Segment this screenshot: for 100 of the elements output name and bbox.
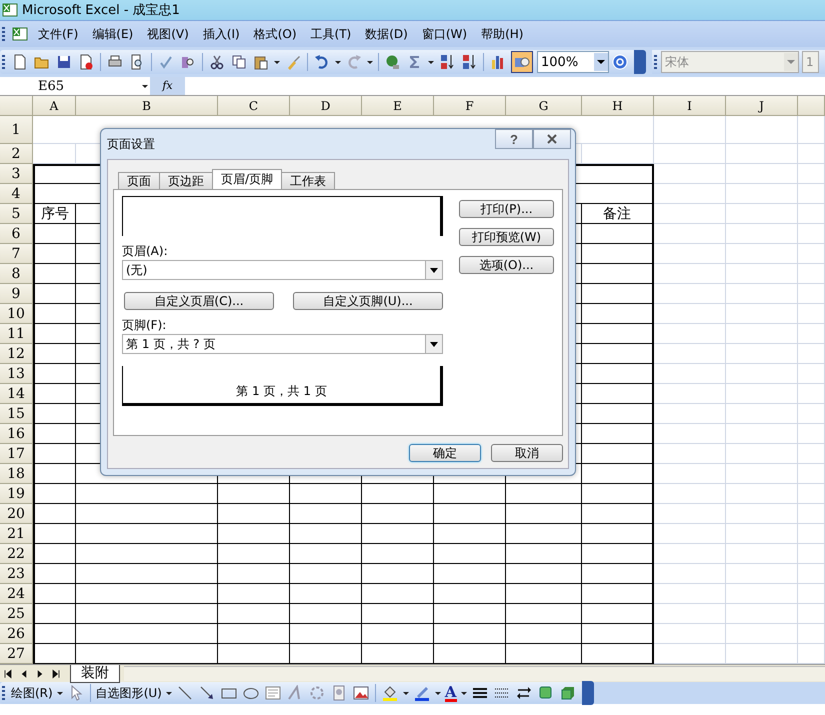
- double-arrow-icon[interactable]: [516, 685, 532, 701]
- row-header[interactable]: 5: [0, 204, 33, 224]
- clip-art-icon[interactable]: [330, 685, 347, 701]
- column-header[interactable]: D: [290, 96, 362, 116]
- row-header[interactable]: 4: [0, 184, 33, 204]
- row-header[interactable]: 7: [0, 244, 33, 264]
- close-button[interactable]: [533, 129, 571, 149]
- menu-item[interactable]: 格式(O): [246, 26, 304, 42]
- ok-button[interactable]: 确定: [409, 444, 481, 462]
- caret-icon[interactable]: [166, 692, 172, 694]
- horizontal-scrollbar[interactable]: [124, 666, 825, 681]
- row-header[interactable]: 11: [0, 324, 33, 344]
- row-header[interactable]: 23: [0, 564, 33, 584]
- function-button[interactable]: fx: [150, 77, 185, 95]
- picture-icon[interactable]: [352, 685, 369, 701]
- scissors-icon[interactable]: [209, 54, 225, 70]
- column-header[interactable]: B: [76, 96, 218, 116]
- header-dropdown[interactable]: (无): [122, 260, 443, 280]
- dialog-tab[interactable]: 页面: [118, 172, 160, 189]
- autoshapes-menu[interactable]: 自选图形(U): [94, 684, 164, 702]
- cancel-button[interactable]: 取消: [491, 444, 563, 462]
- research-icon[interactable]: [180, 54, 196, 70]
- oval-icon[interactable]: [242, 685, 259, 701]
- globe-icon[interactable]: [385, 54, 401, 70]
- bar-chart-icon[interactable]: [490, 54, 506, 70]
- toolbar-options[interactable]: [582, 681, 594, 705]
- row-header[interactable]: 14: [0, 384, 33, 404]
- column-header[interactable]: I: [654, 96, 726, 116]
- column-header[interactable]: G: [506, 96, 582, 116]
- shadow-icon[interactable]: [538, 685, 554, 701]
- custom-header-button[interactable]: 自定义页眉(C)...: [124, 292, 274, 310]
- custom-footer-button[interactable]: 自定义页脚(U)...: [293, 292, 443, 310]
- menu-item[interactable]: 工具(T): [304, 26, 358, 42]
- row-header[interactable]: 9: [0, 284, 33, 304]
- column-header[interactable]: F: [434, 96, 506, 116]
- line-icon[interactable]: [176, 685, 193, 701]
- row-header[interactable]: 20: [0, 504, 33, 524]
- row-header[interactable]: 22: [0, 544, 33, 564]
- menu-item[interactable]: 视图(V): [140, 26, 196, 42]
- row-header[interactable]: 17: [0, 444, 33, 464]
- caret-icon[interactable]: [428, 60, 434, 64]
- text-box-icon[interactable]: [264, 685, 281, 701]
- pen-icon[interactable]: [414, 685, 430, 701]
- row-header[interactable]: 27: [0, 644, 33, 664]
- help-icon[interactable]: [612, 54, 628, 70]
- new-document-icon[interactable]: [12, 54, 28, 70]
- row-header[interactable]: 2: [0, 144, 33, 164]
- sheet-tab[interactable]: 装附: [70, 664, 120, 682]
- shapes-icon[interactable]: [512, 52, 532, 72]
- row-header[interactable]: 18: [0, 464, 33, 484]
- menu-item[interactable]: 编辑(E): [85, 26, 140, 42]
- excel-document-icon[interactable]: [12, 26, 28, 42]
- caret-icon[interactable]: [367, 60, 373, 64]
- draw-menu[interactable]: 绘图(R): [9, 684, 55, 702]
- dialog-button[interactable]: 选项(O)...: [459, 256, 554, 274]
- column-header[interactable]: A: [33, 96, 76, 116]
- row-header[interactable]: 6: [0, 224, 33, 244]
- row-header[interactable]: 10: [0, 304, 33, 324]
- brush-icon[interactable]: [285, 54, 301, 70]
- column-header[interactable]: H: [582, 96, 654, 116]
- clipboard-icon[interactable]: [253, 54, 269, 70]
- row-header[interactable]: 13: [0, 364, 33, 384]
- copy-icon[interactable]: [231, 54, 247, 70]
- row-header[interactable]: 25: [0, 604, 33, 624]
- footer-dropdown[interactable]: 第 1 页，共 ? 页: [122, 334, 443, 354]
- 3d-box-icon[interactable]: [560, 685, 576, 701]
- dialog-tab[interactable]: 工作表: [281, 172, 336, 189]
- zoom-field[interactable]: 100%: [537, 51, 609, 73]
- menu-item[interactable]: 帮助(H): [474, 26, 530, 42]
- column-header[interactable]: E: [362, 96, 434, 116]
- caret-icon[interactable]: [434, 692, 441, 694]
- caret-icon[interactable]: [402, 692, 409, 694]
- caret-icon[interactable]: [56, 692, 63, 694]
- save-icon[interactable]: [56, 54, 72, 70]
- font-color-button[interactable]: A: [444, 684, 456, 702]
- menu-item[interactable]: 插入(I): [196, 26, 247, 42]
- sort-descending-icon[interactable]: [461, 54, 477, 70]
- dialog-tab[interactable]: 页眉/页脚: [212, 169, 282, 189]
- row-header[interactable]: 15: [0, 404, 33, 424]
- row-header[interactable]: 21: [0, 524, 33, 544]
- column-header[interactable]: J: [726, 96, 798, 116]
- document-icon[interactable]: [78, 54, 94, 70]
- row-header[interactable]: 16: [0, 424, 33, 444]
- arrow-icon[interactable]: [198, 685, 215, 701]
- row-header[interactable]: 3: [0, 164, 33, 184]
- menu-item[interactable]: 数据(D): [358, 26, 415, 42]
- last-sheet-icon[interactable]: [50, 668, 62, 680]
- menu-item[interactable]: 窗口(W): [414, 26, 474, 42]
- sort-ascending-icon[interactable]: [439, 54, 455, 70]
- undo-icon[interactable]: [314, 54, 330, 70]
- row-header[interactable]: 19: [0, 484, 33, 504]
- row-header[interactable]: 8: [0, 264, 33, 284]
- row-header[interactable]: 26: [0, 624, 33, 644]
- row-header[interactable]: 1: [0, 116, 33, 144]
- caret-icon[interactable]: [274, 60, 280, 64]
- dialog-tab[interactable]: 页边距: [159, 172, 213, 189]
- column-header[interactable]: C: [218, 96, 290, 116]
- paint-bucket-icon[interactable]: [382, 685, 398, 701]
- dialog-button[interactable]: 打印预览(W): [459, 228, 554, 246]
- menu-item[interactable]: 文件(F): [31, 26, 86, 42]
